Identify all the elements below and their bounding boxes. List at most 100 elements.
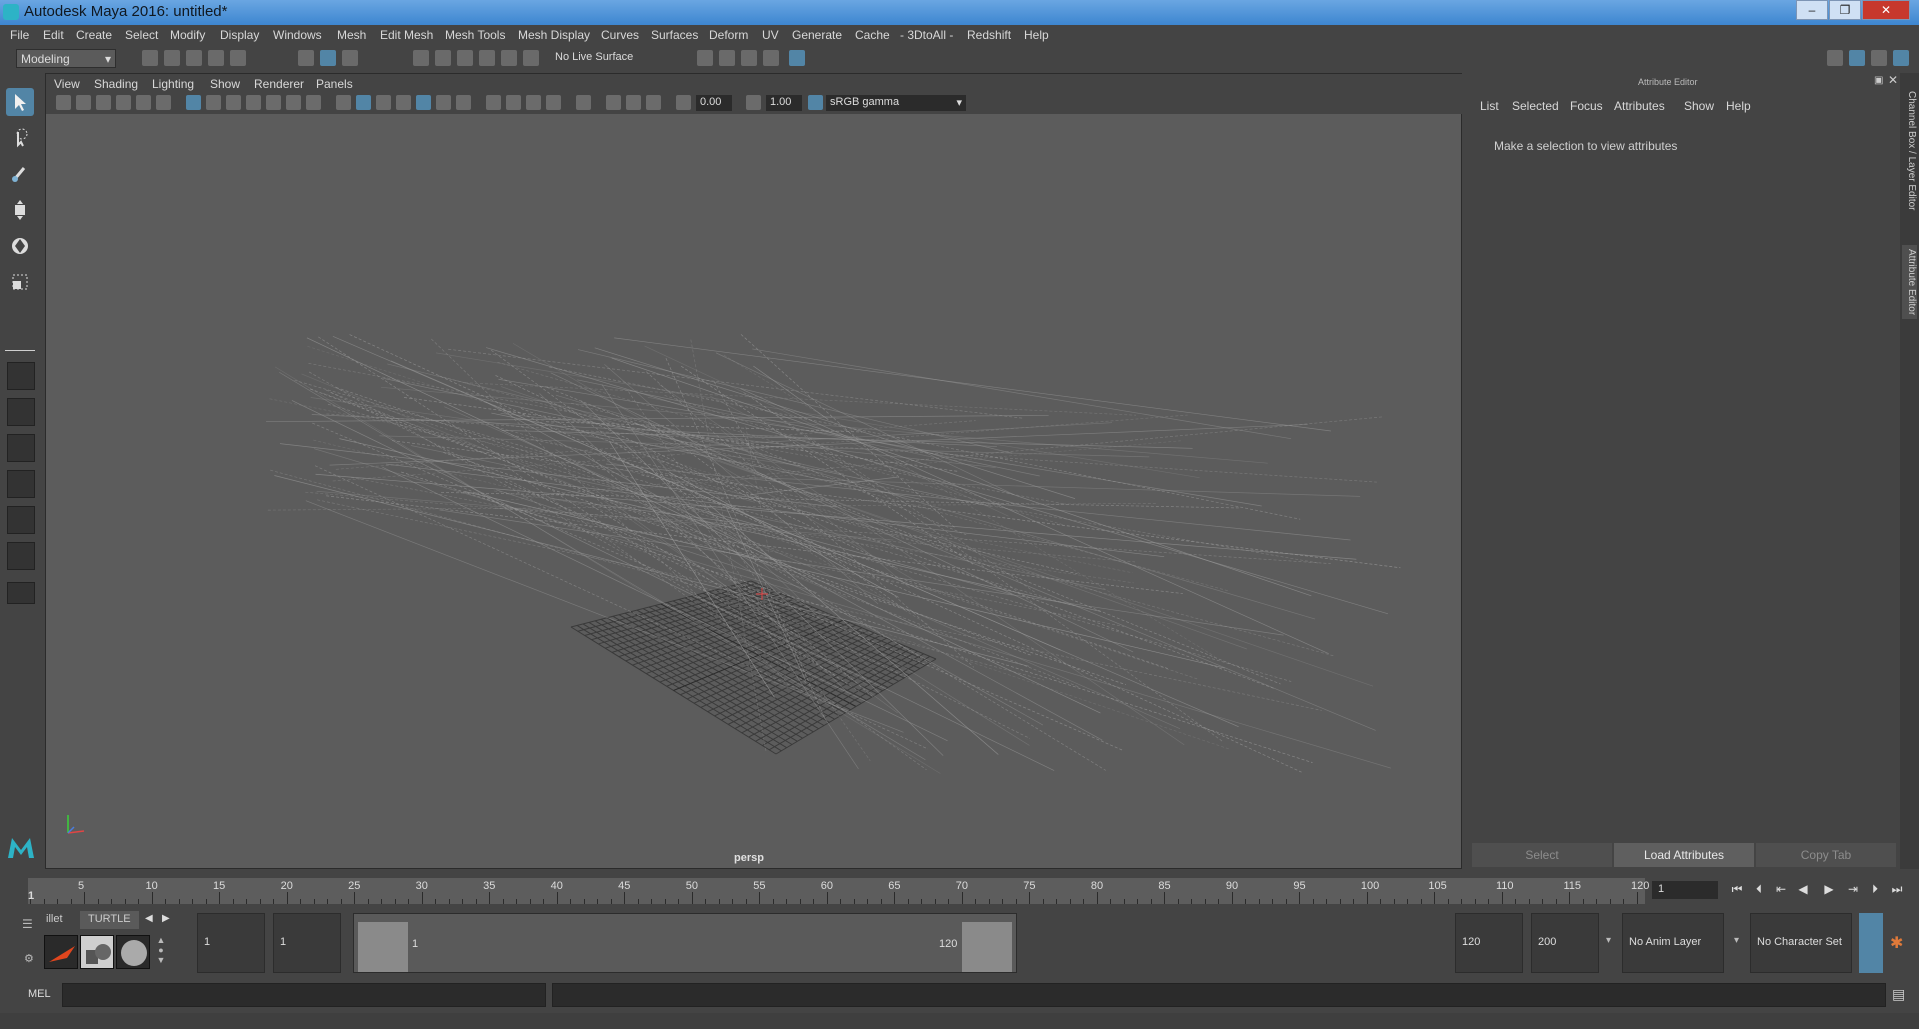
lasso-tool-icon[interactable] xyxy=(6,124,34,152)
move-tool-icon[interactable] xyxy=(6,196,34,224)
snap-surface-icon[interactable] xyxy=(501,50,517,66)
textured-icon[interactable] xyxy=(436,95,451,110)
range-start-handle[interactable] xyxy=(358,922,408,972)
menu-edit[interactable]: Edit xyxy=(43,28,64,42)
xray-icon[interactable] xyxy=(416,95,431,110)
shelf-tab-illet[interactable]: illet xyxy=(38,911,71,929)
turtle-render-icon[interactable] xyxy=(44,935,78,969)
step-back-frame-icon[interactable]: ⏴ xyxy=(1752,882,1766,896)
gamma-icon[interactable] xyxy=(746,95,761,110)
film-gate-icon[interactable] xyxy=(206,95,221,110)
script-language-label[interactable]: MEL xyxy=(28,988,51,1000)
render-view-icon[interactable] xyxy=(719,50,735,66)
attribute-editor-tab[interactable]: Attribute Editor xyxy=(1902,245,1917,320)
step-forward-frame-icon[interactable]: ⏵ xyxy=(1868,882,1882,896)
shelf-next-icon[interactable]: ▶ xyxy=(162,913,170,924)
live-surface-label[interactable]: No Live Surface xyxy=(555,51,633,63)
motion-blur-icon[interactable] xyxy=(526,95,541,110)
exposure-icon[interactable] xyxy=(676,95,691,110)
view-transform-dropdown[interactable]: sRGB gamma ▾ xyxy=(826,95,966,111)
shelf-prev-icon[interactable]: ◀ xyxy=(145,913,153,924)
menu-mesh-tools[interactable]: Mesh Tools xyxy=(445,28,505,42)
antialiasing-icon[interactable] xyxy=(546,95,561,110)
panel-menu-view[interactable]: View xyxy=(54,77,80,91)
playback-start-field[interactable]: 1 xyxy=(273,913,341,973)
outliner-persp-layout-icon[interactable] xyxy=(7,506,35,534)
scale-tool-icon[interactable] xyxy=(6,268,34,296)
turtle-sphere-icon[interactable] xyxy=(116,935,150,969)
xray-joints-icon[interactable] xyxy=(606,95,621,110)
shelf-settings-icon[interactable]: ⚙ xyxy=(24,952,34,965)
menu-modify[interactable]: Modify xyxy=(170,28,205,42)
save-scene-icon[interactable] xyxy=(186,50,202,66)
camera-select-icon[interactable] xyxy=(56,95,71,110)
turtle-bake-icon[interactable] xyxy=(80,935,114,969)
panel-menu-show[interactable]: Show xyxy=(210,77,240,91)
channel-box-tab[interactable]: Channel Box / Layer Editor xyxy=(1902,87,1917,215)
paint-select-tool-icon[interactable] xyxy=(6,160,34,188)
menu-3dtoall[interactable]: - 3DtoAll - xyxy=(900,28,953,42)
snap-view-icon[interactable] xyxy=(479,50,495,66)
new-scene-icon[interactable] xyxy=(142,50,158,66)
time-ruler[interactable]: 1 5 10 15 20 25 30 35 40 45 50 55 60 65 70 75 80 85 90 95 1… xyxy=(28,878,1649,904)
menu-generate[interactable]: Generate xyxy=(792,28,842,42)
redo-icon[interactable] xyxy=(230,50,246,66)
bookmark-icon[interactable] xyxy=(96,95,111,110)
menu-redshift[interactable]: Redshift xyxy=(967,28,1011,42)
menu-mesh[interactable]: Mesh xyxy=(337,28,366,42)
animation-preferences-icon[interactable]: ✱ xyxy=(1890,933,1903,953)
grid-toggle-icon[interactable] xyxy=(186,95,201,110)
auto-key-icon[interactable] xyxy=(1859,913,1883,973)
grease-pencil-icon[interactable] xyxy=(156,95,171,110)
menu-set-dropdown[interactable]: Modeling ▾ xyxy=(16,49,116,68)
exposure-field[interactable]: 0.00 xyxy=(696,95,732,111)
select-object-icon[interactable] xyxy=(320,50,336,66)
2d-pan-zoom-icon[interactable] xyxy=(136,95,151,110)
xray-active-icon[interactable] xyxy=(626,95,641,110)
select-tool-icon[interactable] xyxy=(6,88,34,116)
menu-help[interactable]: Help xyxy=(1024,28,1049,42)
select-component-icon[interactable] xyxy=(342,50,358,66)
snap-curve-icon[interactable] xyxy=(435,50,451,66)
safe-action-icon[interactable] xyxy=(286,95,301,110)
range-end-handle[interactable] xyxy=(962,922,1012,972)
menu-windows[interactable]: Windows xyxy=(273,28,322,42)
maximize-button[interactable]: ❐ xyxy=(1829,0,1861,20)
snap-grid-icon[interactable] xyxy=(413,50,429,66)
step-back-key-icon[interactable]: ⇤ xyxy=(1774,882,1788,896)
float-panel-icon[interactable]: ▣ xyxy=(1874,75,1883,86)
persp-graph-layout-icon[interactable] xyxy=(7,470,35,498)
shelf-tab-turtle[interactable]: TURTLE xyxy=(80,911,139,929)
color-management-icon[interactable] xyxy=(808,95,823,110)
play-forwards-icon[interactable]: ▶ xyxy=(1822,882,1836,896)
menu-create[interactable]: Create xyxy=(76,28,112,42)
backface-culling-icon[interactable] xyxy=(646,95,661,110)
single-perspective-layout-icon[interactable] xyxy=(7,362,35,390)
channel-box-toggle-icon[interactable] xyxy=(1893,50,1909,66)
render-current-icon[interactable] xyxy=(741,50,757,66)
use-default-material-icon[interactable] xyxy=(376,95,391,110)
hypershade-layout-icon[interactable] xyxy=(7,542,35,570)
tool-settings-icon[interactable] xyxy=(1871,50,1887,66)
go-to-start-icon[interactable]: ⏮ xyxy=(1730,882,1744,896)
attr-menu-selected[interactable]: Selected xyxy=(1512,99,1559,113)
hypershade-icon[interactable] xyxy=(789,50,805,66)
gamma-field[interactable]: 1.00 xyxy=(766,95,802,111)
isolate-select-icon[interactable] xyxy=(576,95,591,110)
shadows-icon[interactable] xyxy=(486,95,501,110)
close-panel-icon[interactable]: ✕ xyxy=(1888,73,1898,87)
image-plane-icon[interactable] xyxy=(116,95,131,110)
field-chart-icon[interactable] xyxy=(266,95,281,110)
command-input[interactable] xyxy=(62,983,546,1007)
range-slider[interactable]: 1 120 xyxy=(353,913,1017,973)
rotate-tool-icon[interactable] xyxy=(6,232,34,260)
collapse-toolbox-icon[interactable] xyxy=(7,582,35,604)
animation-end-field[interactable]: 200 xyxy=(1531,913,1599,973)
select-hierarchy-icon[interactable] xyxy=(298,50,314,66)
menu-mesh-display[interactable]: Mesh Display xyxy=(518,28,590,42)
animation-start-field[interactable]: 1 xyxy=(197,913,265,973)
script-editor-icon[interactable]: ▤ xyxy=(1892,986,1905,1003)
gate-mask-icon[interactable] xyxy=(246,95,261,110)
attribute-editor-toggle-icon[interactable] xyxy=(1849,50,1865,66)
menu-surfaces[interactable]: Surfaces xyxy=(651,28,698,42)
